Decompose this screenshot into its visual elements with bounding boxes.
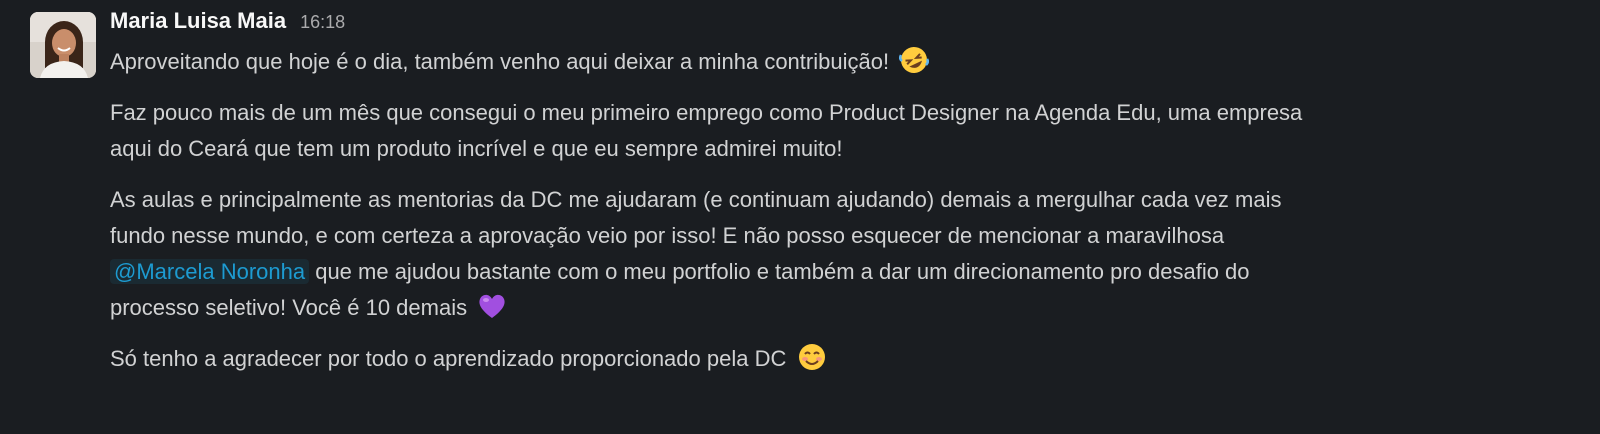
- paragraph-text: processo seletivo! Você é 10 demais: [110, 295, 468, 320]
- message-paragraph-4: Só tenho a agradecer por todo o aprendiz…: [110, 341, 1580, 377]
- author-name[interactable]: Maria Luisa Maia: [110, 8, 286, 34]
- message-paragraph-1: Aproveitando que hoje é o dia, também ve…: [110, 44, 1580, 80]
- message-content: Maria Luisa Maia 16:18 Aproveitando que …: [110, 8, 1580, 377]
- paragraph-text: fundo nesse mundo, e com certeza a aprov…: [110, 223, 1225, 248]
- message-paragraph-3: As aulas e principalmente as mentorias d…: [110, 182, 1580, 326]
- timestamp[interactable]: 16:18: [300, 12, 345, 33]
- message-header: Maria Luisa Maia 16:18: [110, 8, 1580, 44]
- paragraph-text: As aulas e principalmente as mentorias d…: [110, 187, 1282, 212]
- paragraph-text: Faz pouco mais de um mês que consegui o …: [110, 100, 1303, 125]
- paragraph-text: que me ajudou bastante com o meu portfol…: [309, 259, 1250, 284]
- message-paragraph-2: Faz pouco mais de um mês que consegui o …: [110, 95, 1580, 167]
- user-mention[interactable]: @Marcela Noronha: [110, 259, 310, 284]
- message: Maria Luisa Maia 16:18 Aproveitando que …: [0, 0, 1600, 434]
- paragraph-text: Só tenho a agradecer por todo o aprendiz…: [110, 346, 787, 371]
- smiling-face-emoji-icon: [797, 342, 827, 372]
- paragraph-text: aqui do Ceará que tem um produto incríve…: [110, 136, 843, 161]
- paragraph-text: Aproveitando que hoje é o dia, também ve…: [110, 49, 890, 74]
- rolling-on-floor-laughing-emoji-icon: [899, 45, 930, 75]
- avatar[interactable]: [30, 12, 96, 78]
- purple-heart-emoji-icon: [477, 291, 507, 321]
- user-avatar-photo-icon: [30, 12, 96, 78]
